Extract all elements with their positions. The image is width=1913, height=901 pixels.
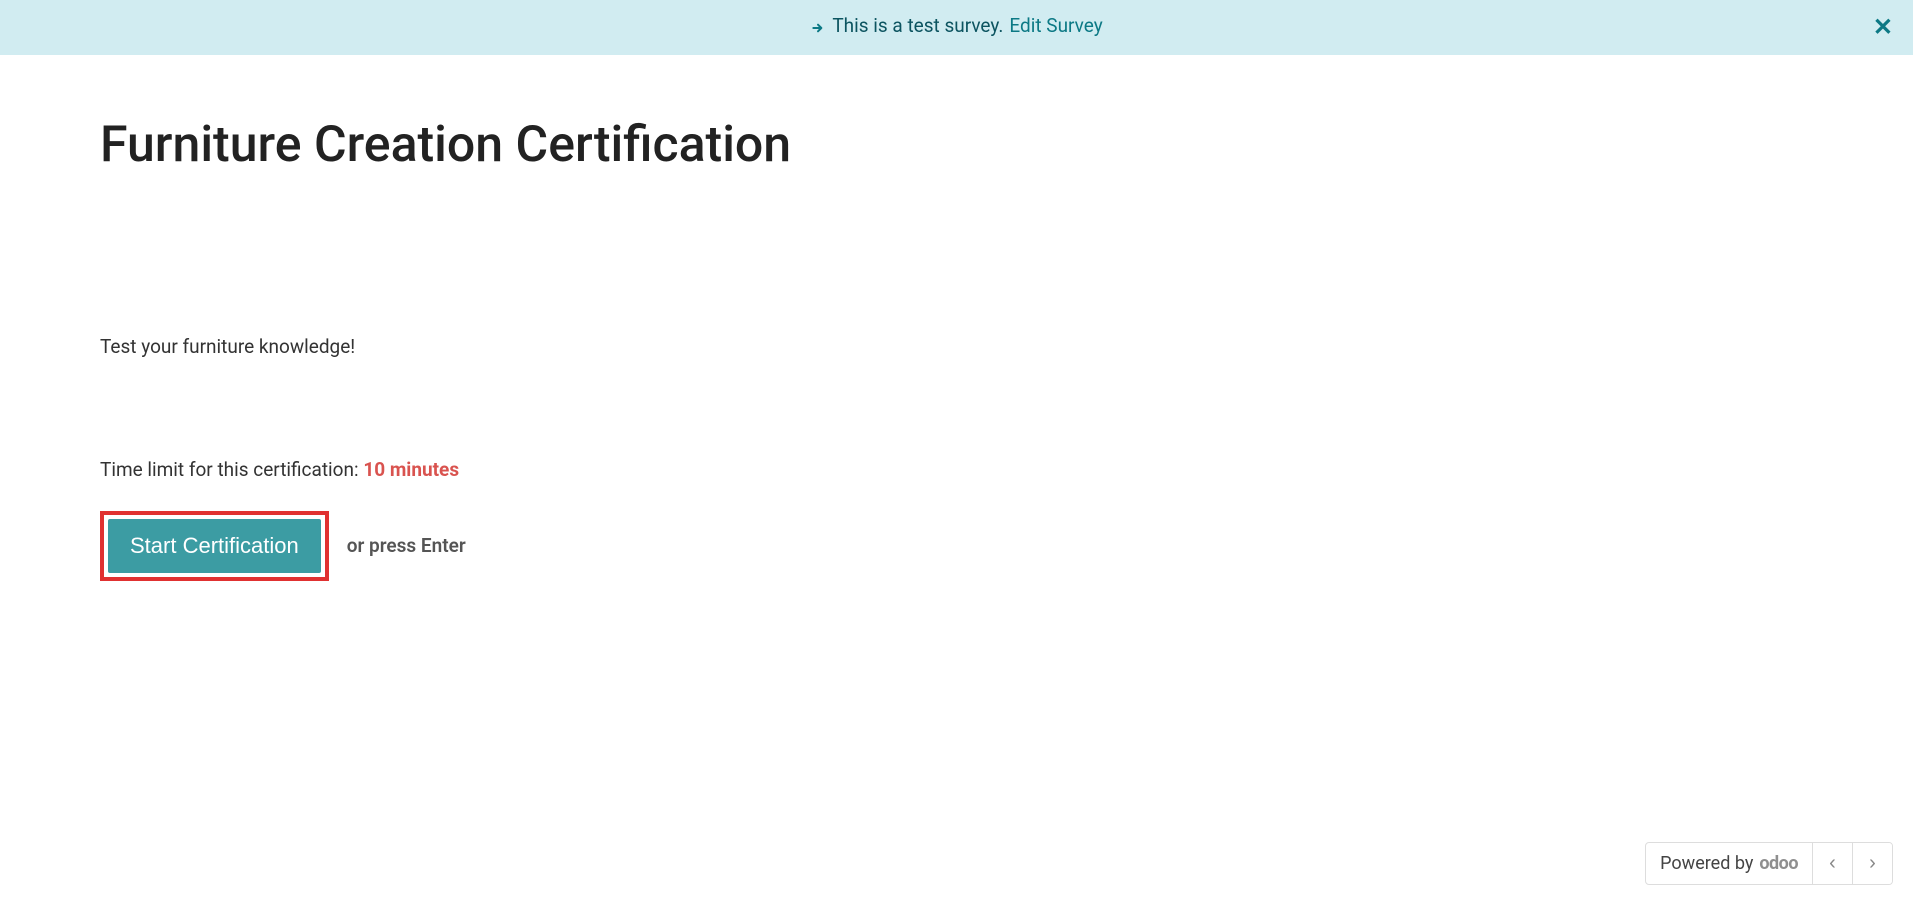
powered-by-label: Powered by odoo	[1646, 843, 1812, 884]
nav-next-button[interactable]: ›	[1852, 843, 1892, 884]
highlight-annotation: Start Certification	[100, 511, 329, 581]
nav-prev-button[interactable]: ‹	[1812, 843, 1852, 884]
footer-widget: Powered by odoo ‹ ›	[1645, 842, 1893, 885]
time-limit-value: 10 minutes	[363, 458, 459, 481]
action-row: Start Certification or press Enter	[100, 511, 1100, 581]
banner-message: This is a test survey.	[832, 14, 1003, 37]
press-enter-hint: or press Enter	[347, 534, 466, 557]
close-icon: ✕	[1873, 13, 1893, 41]
time-limit-label: Time limit for this certification:	[100, 458, 359, 481]
start-certification-button[interactable]: Start Certification	[108, 519, 321, 573]
chevron-right-icon: ›	[1869, 852, 1876, 875]
arrow-right-icon	[810, 18, 826, 34]
chevron-left-icon: ‹	[1829, 852, 1836, 875]
survey-subtitle: Test your furniture knowledge!	[100, 335, 1100, 358]
test-survey-banner: This is a test survey. Edit Survey ✕	[0, 0, 1913, 55]
main-content: Furniture Creation Certification Test yo…	[0, 55, 1200, 641]
time-limit-text: Time limit for this certification: 10 mi…	[100, 458, 1100, 481]
page-title: Furniture Creation Certification	[100, 115, 1100, 175]
powered-by-text: Powered by	[1660, 853, 1753, 874]
footer-nav: ‹ ›	[1812, 843, 1892, 884]
close-banner-button[interactable]: ✕	[1873, 15, 1893, 39]
edit-survey-link[interactable]: Edit Survey	[1009, 14, 1102, 37]
odoo-logo[interactable]: odoo	[1759, 853, 1798, 874]
